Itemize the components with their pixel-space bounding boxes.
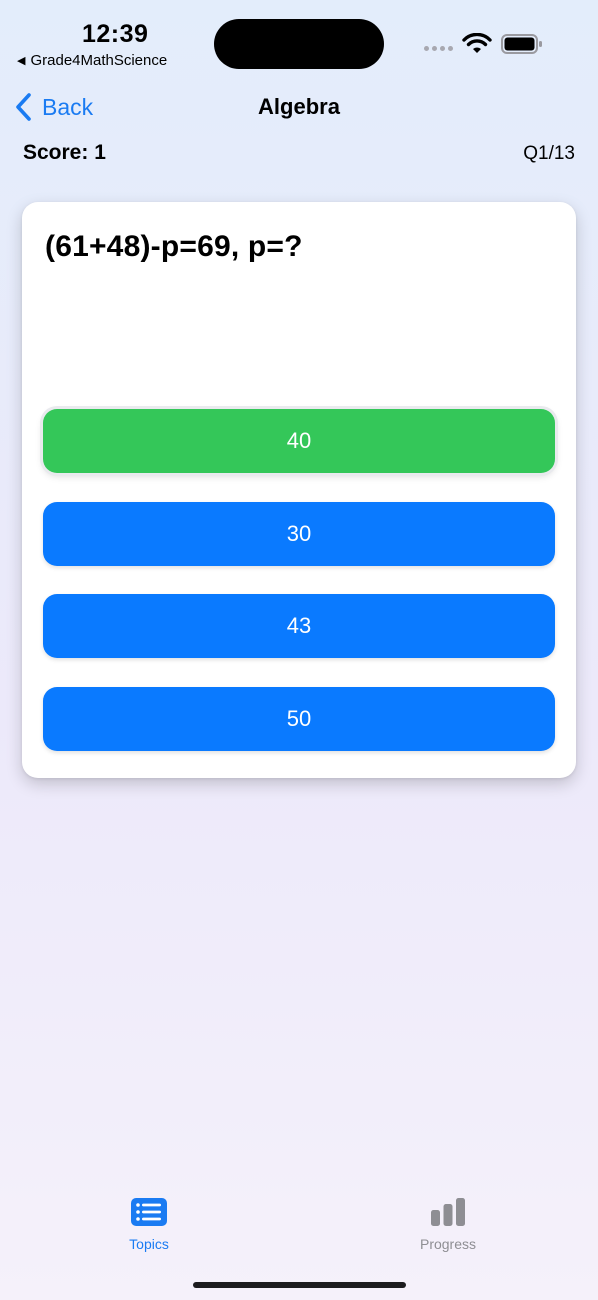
tab-topics[interactable]: Topics: [89, 1196, 209, 1252]
back-to-app-link[interactable]: ◀ Grade4MathScience: [17, 52, 167, 69]
tab-progress[interactable]: Progress: [388, 1196, 508, 1252]
back-arrow-icon: ◀: [17, 55, 26, 67]
home-indicator: [193, 1282, 406, 1288]
navigation-bar: Back Algebra: [0, 84, 598, 130]
question-text: (61+48)-p=69, p=?: [45, 230, 303, 263]
bar-chart-icon: [431, 1198, 465, 1226]
signal-icon: [424, 46, 453, 51]
status-bar: 12:39 ◀ Grade4MathScience: [0, 0, 598, 84]
tab-progress-label: Progress: [419, 1236, 477, 1252]
status-time: 12:39: [82, 20, 149, 48]
tab-topics-label: Topics: [129, 1236, 169, 1252]
answer-button[interactable]: 50: [43, 687, 555, 751]
answer-button[interactable]: 43: [43, 594, 555, 658]
list-icon: [131, 1198, 167, 1226]
back-to-app-label: Grade4MathScience: [30, 52, 168, 69]
page-title: Algebra: [258, 94, 340, 119]
dynamic-island: [214, 19, 384, 69]
answer-button[interactable]: 30: [43, 502, 555, 566]
wifi-icon: [462, 33, 492, 53]
answer-button-correct[interactable]: 40: [43, 409, 555, 473]
question-counter: Q1/13: [523, 143, 575, 164]
quiz-card: (61+48)-p=69, p=? 40 30 43 50: [22, 202, 576, 778]
battery-icon: [501, 34, 542, 54]
score-label: Score: 1: [23, 141, 106, 164]
